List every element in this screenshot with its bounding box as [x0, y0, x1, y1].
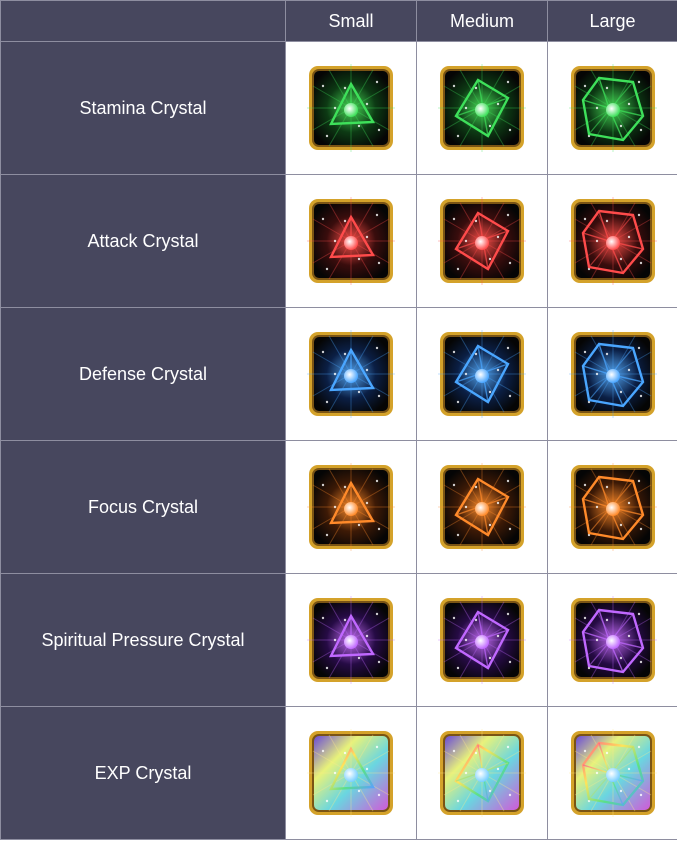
row-label: Focus Crystal: [0, 440, 286, 574]
crystal-small-icon: [307, 64, 395, 152]
crystal-cell-large: [547, 440, 677, 574]
crystal-cell-medium: [416, 41, 548, 175]
row-label: Attack Crystal: [0, 174, 286, 308]
crystal-small-icon: [307, 596, 395, 684]
table-row: Stamina Crystal: [0, 41, 677, 175]
crystal-cell-large: [547, 706, 677, 840]
crystal-cell-small: [285, 440, 417, 574]
corner-cell: [0, 0, 286, 42]
crystal-large-icon: [569, 463, 657, 551]
crystal-large-icon: [569, 64, 657, 152]
crystal-cell-small: [285, 307, 417, 441]
crystal-cell-small: [285, 174, 417, 308]
crystal-large-icon: [569, 729, 657, 817]
crystal-cell-medium: [416, 706, 548, 840]
table-row: Focus Crystal: [0, 440, 677, 574]
column-header-medium: Medium: [416, 0, 548, 42]
column-header-large: Large: [547, 0, 677, 42]
crystal-medium-icon: [438, 596, 526, 684]
crystal-large-icon: [569, 330, 657, 418]
crystal-medium-icon: [438, 463, 526, 551]
crystal-large-icon: [569, 197, 657, 285]
crystal-medium-icon: [438, 197, 526, 285]
crystal-small-icon: [307, 463, 395, 551]
crystal-large-icon: [569, 596, 657, 684]
crystal-cell-small: [285, 573, 417, 707]
crystal-medium-icon: [438, 64, 526, 152]
row-label: Stamina Crystal: [0, 41, 286, 175]
row-label: EXP Crystal: [0, 706, 286, 840]
crystal-cell-small: [285, 706, 417, 840]
crystal-table: Small Medium Large Stamina Crystal Attack…: [0, 0, 677, 840]
crystal-small-icon: [307, 197, 395, 285]
crystal-cell-medium: [416, 573, 548, 707]
crystal-cell-medium: [416, 440, 548, 574]
crystal-cell-large: [547, 573, 677, 707]
row-label: Spiritual Pressure Crystal: [0, 573, 286, 707]
table-row: Attack Crystal: [0, 174, 677, 308]
column-header-small: Small: [285, 0, 417, 42]
crystal-cell-large: [547, 307, 677, 441]
crystal-cell-medium: [416, 307, 548, 441]
crystal-medium-icon: [438, 729, 526, 817]
header-row: Small Medium Large: [0, 0, 677, 42]
crystal-small-icon: [307, 330, 395, 418]
crystal-cell-large: [547, 174, 677, 308]
table-row: EXP Crystal: [0, 706, 677, 840]
table-row: Defense Crystal: [0, 307, 677, 441]
table-row: Spiritual Pressure Crystal: [0, 573, 677, 707]
crystal-cell-large: [547, 41, 677, 175]
crystal-cell-medium: [416, 174, 548, 308]
crystal-small-icon: [307, 729, 395, 817]
crystal-medium-icon: [438, 330, 526, 418]
row-label: Defense Crystal: [0, 307, 286, 441]
crystal-cell-small: [285, 41, 417, 175]
